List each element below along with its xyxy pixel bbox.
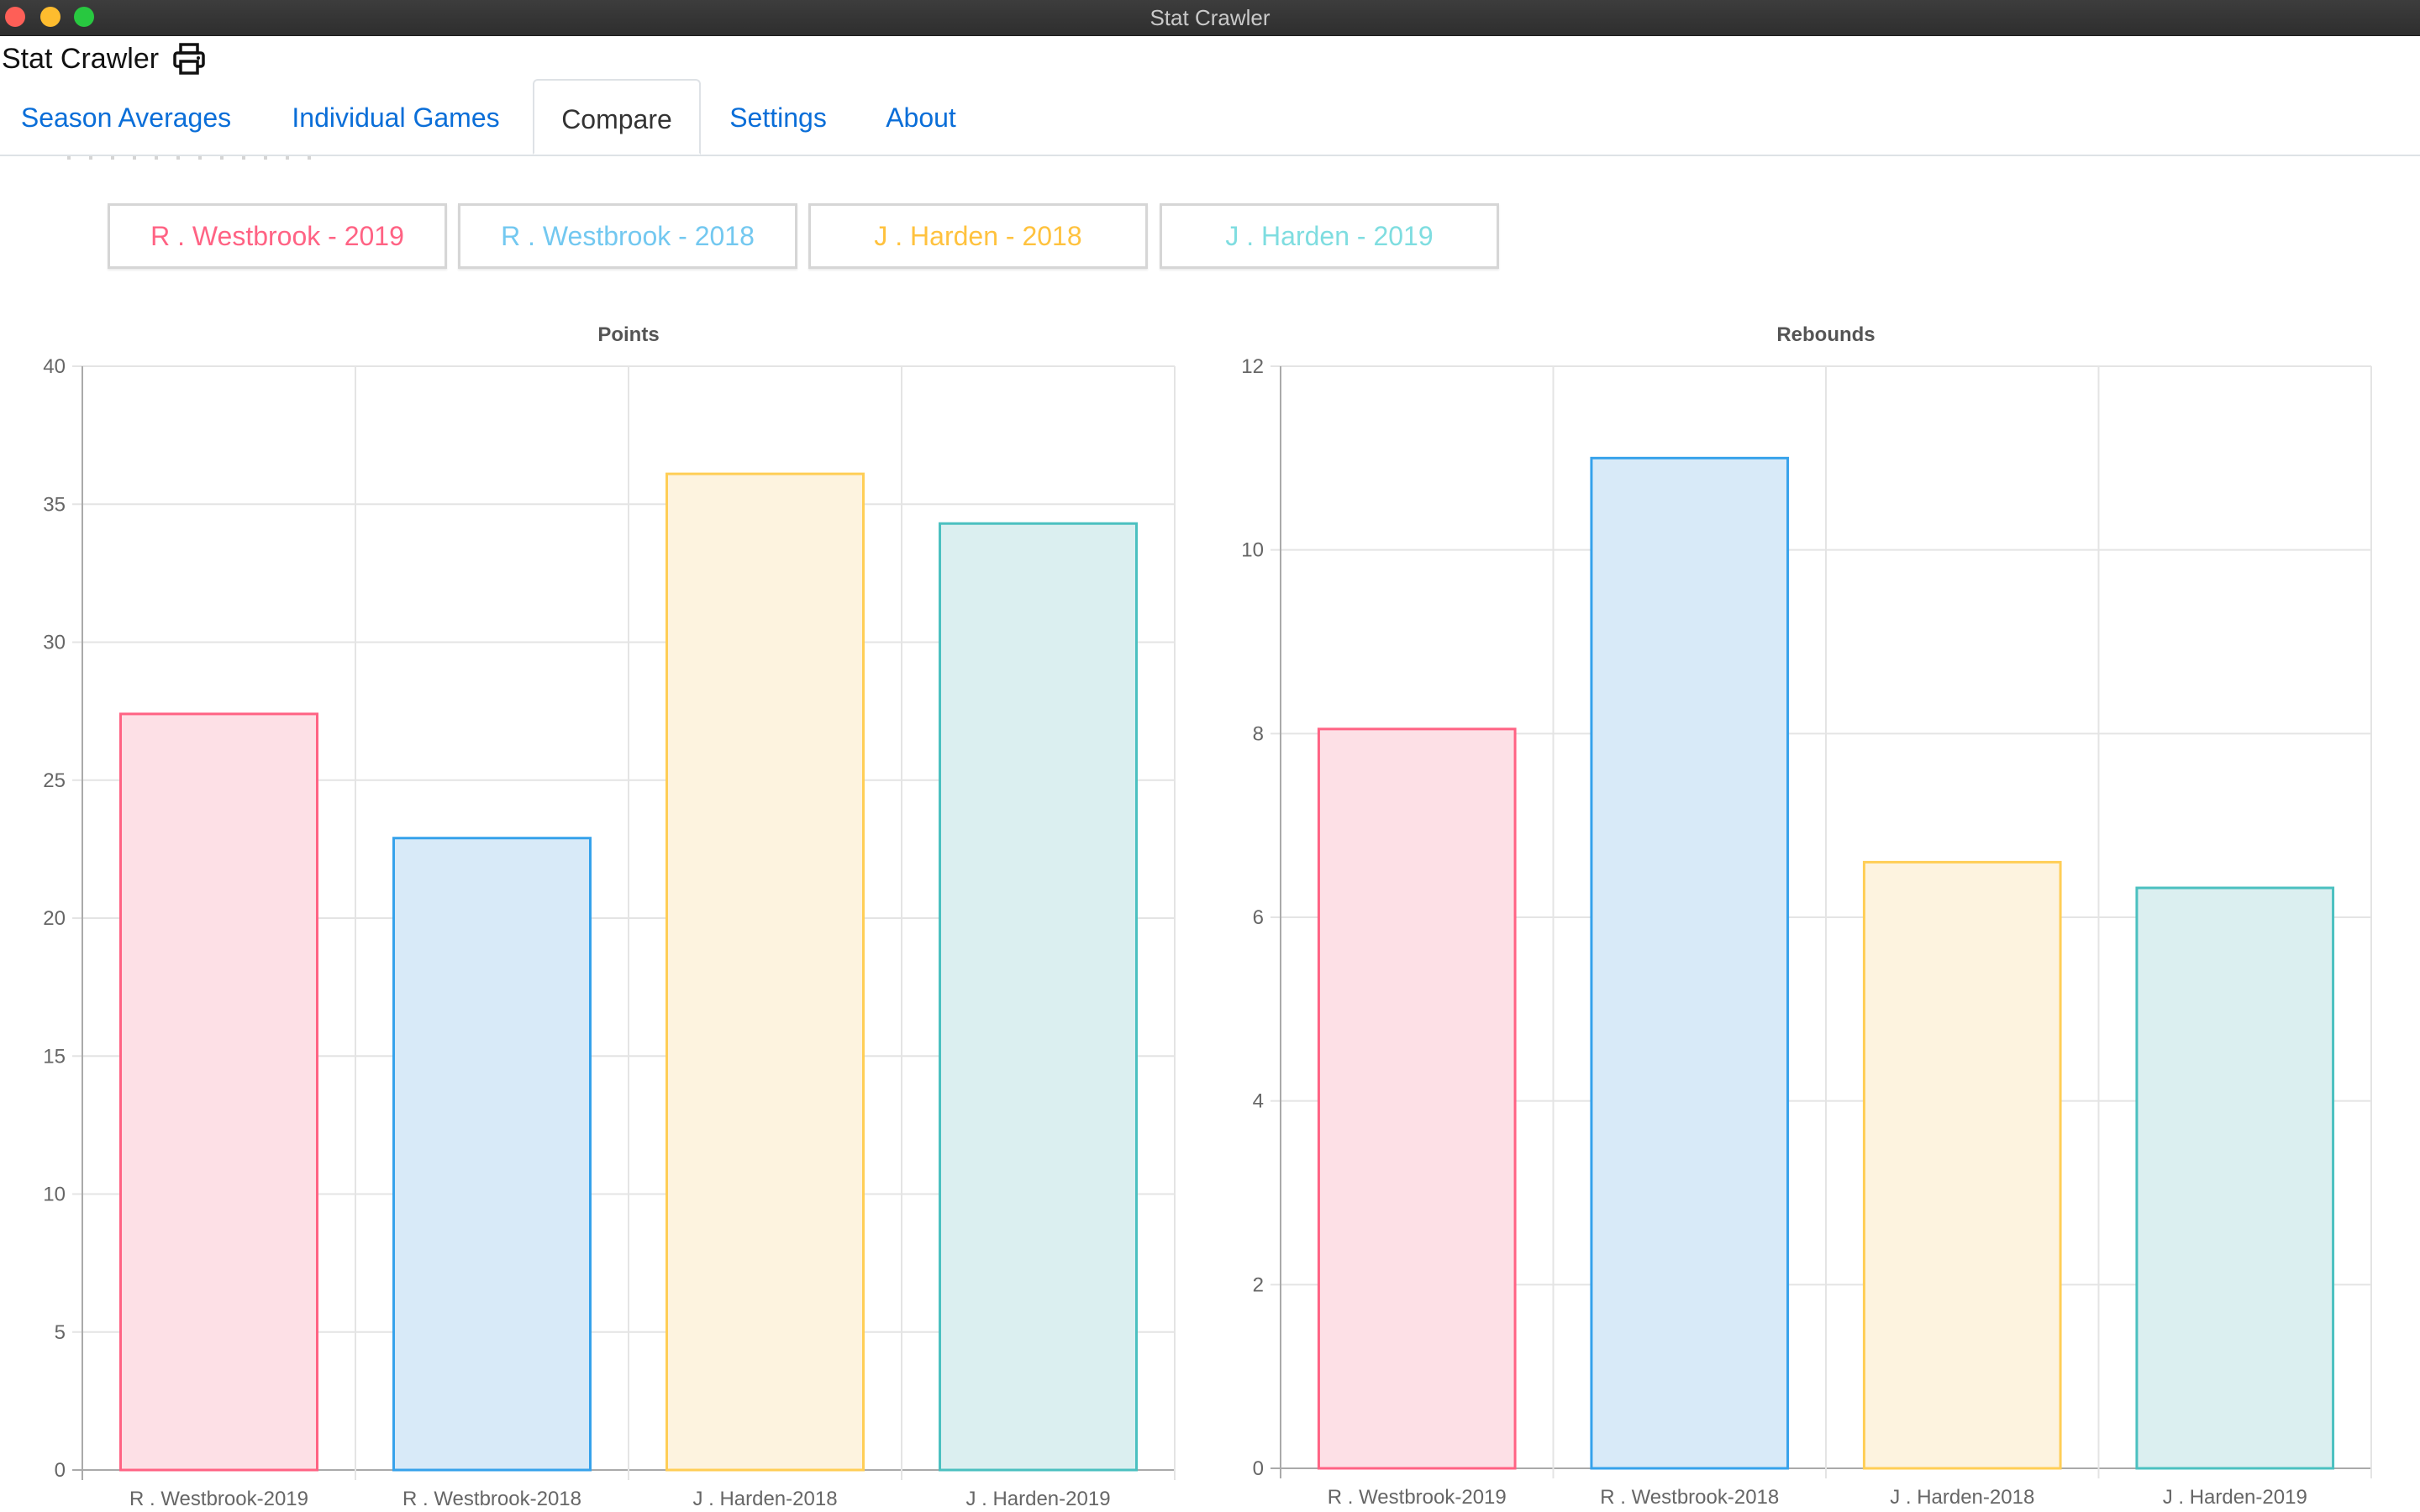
- tab-settings[interactable]: Settings: [719, 79, 837, 153]
- y-tick-label: 25: [43, 769, 66, 792]
- player-button-harden-2018[interactable]: J . Harden - 2018: [808, 203, 1148, 269]
- y-tick-label: 10: [43, 1184, 66, 1206]
- bar-3[interactable]: [2135, 886, 2335, 1470]
- y-tick-label: 4: [1253, 1090, 1264, 1113]
- y-tick-label: 15: [43, 1045, 66, 1068]
- window-title: Stat Crawler: [1150, 5, 1270, 30]
- bar-0[interactable]: [119, 712, 318, 1472]
- bar-3[interactable]: [939, 522, 1138, 1472]
- x-tick-label: R . Westbrook-2019: [129, 1488, 308, 1510]
- y-tick-label: 0: [55, 1459, 66, 1482]
- y-tick-label: 0: [1253, 1457, 1264, 1480]
- x-tick-label: R . Westbrook-2018: [402, 1488, 581, 1510]
- y-tick-label: 20: [43, 907, 66, 930]
- tab-compare[interactable]: Compare: [533, 79, 701, 155]
- bar-1[interactable]: [392, 837, 592, 1472]
- y-tick-label: 12: [1241, 355, 1264, 378]
- x-tick-label: J . Harden-2019: [2163, 1486, 2307, 1509]
- y-tick-label: 30: [43, 632, 66, 654]
- tab-about[interactable]: About: [871, 79, 971, 153]
- divider: [67, 156, 328, 160]
- player-button-westbrook-2019[interactable]: R . Westbrook - 2019: [108, 203, 447, 269]
- app-title: Stat Crawler: [2, 42, 160, 75]
- y-tick-label: 10: [1241, 539, 1264, 562]
- y-tick-label: 2: [1253, 1273, 1264, 1296]
- tab-individual-games[interactable]: Individual Games: [277, 79, 514, 153]
- x-tick-label: R . Westbrook-2018: [1600, 1486, 1779, 1509]
- y-tick-label: 5: [55, 1321, 66, 1344]
- y-tick-label: 8: [1253, 722, 1264, 745]
- x-tick-label: J . Harden-2019: [965, 1488, 1110, 1510]
- x-tick-label: J . Harden-2018: [1890, 1486, 2034, 1509]
- player-button-harden-2019[interactable]: J . Harden - 2019: [1160, 203, 1499, 269]
- chart-title: Points: [597, 323, 659, 346]
- bar-2[interactable]: [666, 472, 865, 1472]
- y-tick-label: 6: [1253, 906, 1264, 929]
- bar-2[interactable]: [1862, 860, 2062, 1470]
- y-tick-label: 40: [43, 355, 66, 378]
- app-header: Stat Crawler: [0, 37, 206, 81]
- player-button-westbrook-2018[interactable]: R . Westbrook - 2018: [458, 203, 797, 269]
- printer-icon[interactable]: [172, 42, 206, 76]
- x-tick-label: J . Harden-2018: [692, 1488, 837, 1510]
- points-chart: Points 0 5 10 15 20 25 30 35 40 R . Westbrook-2019…: [43, 323, 1176, 1510]
- tab-bar: Season Averages Individual Games Compare…: [0, 79, 2420, 156]
- rebounds-chart: Rebounds 0 2 4 6 8 10 12 R . Westbrook-2019 R . W…: [1241, 323, 2372, 1509]
- chart-title: Rebounds: [1776, 323, 1875, 346]
- window-titlebar: Stat Crawler: [0, 0, 2420, 36]
- bar-1[interactable]: [1590, 456, 1790, 1470]
- x-tick-label: R . Westbrook-2019: [1328, 1486, 1507, 1509]
- tab-season-averages[interactable]: Season Averages: [0, 79, 252, 153]
- y-tick-label: 35: [43, 493, 66, 516]
- bar-0[interactable]: [1317, 727, 1517, 1470]
